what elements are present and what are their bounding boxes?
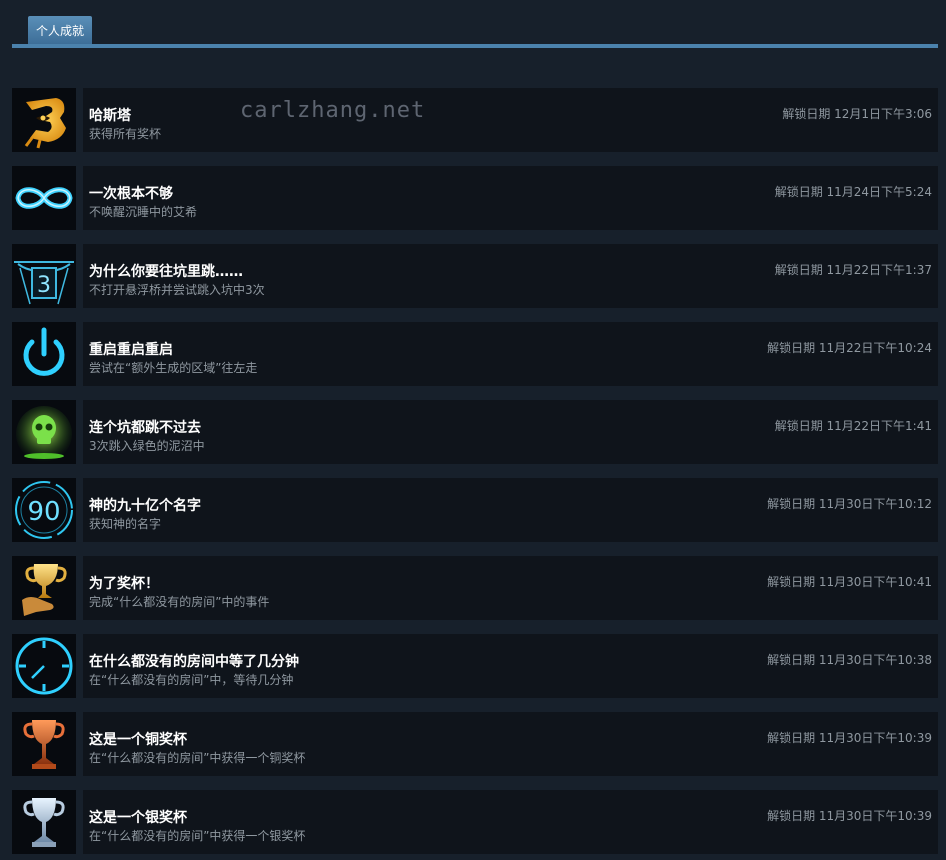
achievement-title: 为什么你要往坑里跳…… — [89, 264, 243, 280]
tab-personal-achievements[interactable]: 个人成就 — [28, 16, 93, 44]
tab-bar: 个人成就 — [12, 16, 938, 49]
achievement-row[interactable]: 在什么都没有的房间中等了几分钟 在“什么都没有的房间”中，等待几分钟 解锁日期 … — [12, 634, 938, 698]
achievement-title: 神的九十亿个名字 — [89, 498, 201, 514]
achievement-row[interactable]: 哈斯塔 获得所有奖杯 解锁日期 12月1日下午3:06 — [12, 88, 938, 152]
tab-underline — [12, 44, 938, 48]
achievement-title: 这是一个铜奖杯 — [89, 732, 187, 748]
achievement-body: 连个坑都跳不过去 3次跳入绿色的泥沼中 解锁日期 11月22日下午1:41 — [83, 400, 938, 464]
achievement-desc: 在“什么都没有的房间”中，等待几分钟 — [89, 673, 294, 687]
bronze-trophy-icon — [12, 712, 76, 776]
achievement-desc: 在“什么都没有的房间”中获得一个银奖杯 — [89, 829, 306, 843]
achievement-title: 连个坑都跳不过去 — [89, 420, 201, 436]
ninety-icon: 90 — [12, 478, 76, 542]
gold-trophy-hand-icon — [12, 556, 76, 620]
achievement-body: 这是一个银奖杯 在“什么都没有的房间”中获得一个银奖杯 解锁日期 11月30日下… — [83, 790, 938, 854]
achievement-unlock-date: 解锁日期 11月30日下午10:41 — [767, 575, 932, 589]
achievements-page: 个人成就 哈斯塔 获得所有奖杯 解锁日期 12月1日下午3:06 一次根本不够 … — [0, 0, 946, 860]
achievement-unlock-date: 解锁日期 11月30日下午10:12 — [767, 497, 932, 511]
achievement-unlock-date: 解锁日期 11月30日下午10:38 — [767, 653, 932, 667]
achievement-body: 重启重启重启 尝试在“额外生成的区域”往左走 解锁日期 11月22日下午10:2… — [83, 322, 938, 386]
svg-text:90: 90 — [27, 497, 60, 527]
achievement-body: 这是一个铜奖杯 在“什么都没有的房间”中获得一个铜奖杯 解锁日期 11月30日下… — [83, 712, 938, 776]
achievement-title: 重启重启重启 — [89, 342, 173, 358]
infinity-icon — [12, 166, 76, 230]
achievement-body: 为了奖杯！ 完成“什么都没有的房间”中的事件 解锁日期 11月30日下午10:4… — [83, 556, 938, 620]
green-skull-icon — [12, 400, 76, 464]
achievement-row[interactable]: 这是一个银奖杯 在“什么都没有的房间”中获得一个银奖杯 解锁日期 11月30日下… — [12, 790, 938, 854]
achievement-desc: 获得所有奖杯 — [89, 127, 162, 141]
achievement-unlock-date: 解锁日期 12月1日下午3:06 — [782, 107, 932, 121]
achievement-title: 为了奖杯！ — [89, 576, 159, 592]
achievement-desc: 完成“什么都没有的房间”中的事件 — [89, 595, 270, 609]
achievement-body: 哈斯塔 获得所有奖杯 解锁日期 12月1日下午3:06 — [83, 88, 938, 152]
achievement-desc: 不唤醒沉睡中的艾希 — [89, 205, 198, 219]
achievement-row[interactable]: 3 为什么你要往坑里跳…… 不打开悬浮桥并尝试跳入坑中3次 解锁日期 11月22… — [12, 244, 938, 308]
achievement-title: 一次根本不够 — [89, 186, 173, 202]
achievement-unlock-date: 解锁日期 11月22日下午1:37 — [774, 263, 932, 277]
achievement-row[interactable]: 重启重启重启 尝试在“额外生成的区域”往左走 解锁日期 11月22日下午10:2… — [12, 322, 938, 386]
power-icon — [12, 322, 76, 386]
achievement-desc: 不打开悬浮桥并尝试跳入坑中3次 — [89, 283, 265, 297]
achievement-unlock-date: 解锁日期 11月22日下午10:24 — [767, 341, 932, 355]
hastur-emblem-icon — [12, 88, 76, 152]
achievement-title: 在什么都没有的房间中等了几分钟 — [89, 654, 299, 670]
achievement-unlock-date: 解锁日期 11月22日下午1:41 — [774, 419, 932, 433]
achievement-body: 在什么都没有的房间中等了几分钟 在“什么都没有的房间”中，等待几分钟 解锁日期 … — [83, 634, 938, 698]
pit-three-icon: 3 — [12, 244, 76, 308]
achievement-desc: 尝试在“额外生成的区域”往左走 — [89, 361, 258, 375]
achievement-list: 哈斯塔 获得所有奖杯 解锁日期 12月1日下午3:06 一次根本不够 不唤醒沉睡… — [12, 88, 938, 860]
svg-text:3: 3 — [37, 273, 51, 298]
achievement-row[interactable]: 为了奖杯！ 完成“什么都没有的房间”中的事件 解锁日期 11月30日下午10:4… — [12, 556, 938, 620]
achievement-title: 这是一个银奖杯 — [89, 810, 187, 826]
watermark-text: carlzhang.net — [240, 98, 426, 123]
achievement-desc: 3次跳入绿色的泥沼中 — [89, 439, 205, 453]
achievement-body: 神的九十亿个名字 获知神的名字 解锁日期 11月30日下午10:12 — [83, 478, 938, 542]
achievement-unlock-date: 解锁日期 11月30日下午10:39 — [767, 731, 932, 745]
achievement-row[interactable]: 连个坑都跳不过去 3次跳入绿色的泥沼中 解锁日期 11月22日下午1:41 — [12, 400, 938, 464]
silver-trophy-icon — [12, 790, 76, 854]
achievement-row[interactable]: 这是一个铜奖杯 在“什么都没有的房间”中获得一个铜奖杯 解锁日期 11月30日下… — [12, 712, 938, 776]
achievement-body: 为什么你要往坑里跳…… 不打开悬浮桥并尝试跳入坑中3次 解锁日期 11月22日下… — [83, 244, 938, 308]
achievement-body: 一次根本不够 不唤醒沉睡中的艾希 解锁日期 11月24日下午5:24 — [83, 166, 938, 230]
achievement-desc: 在“什么都没有的房间”中获得一个铜奖杯 — [89, 751, 306, 765]
achievement-row[interactable]: 90 神的九十亿个名字 获知神的名字 解锁日期 11月30日下午10:12 — [12, 478, 938, 542]
achievement-row[interactable]: 一次根本不够 不唤醒沉睡中的艾希 解锁日期 11月24日下午5:24 — [12, 166, 938, 230]
achievement-unlock-date: 解锁日期 11月24日下午5:24 — [774, 185, 932, 199]
achievement-title: 哈斯塔 — [89, 108, 131, 124]
clock-icon — [12, 634, 76, 698]
achievement-unlock-date: 解锁日期 11月30日下午10:39 — [767, 809, 932, 823]
achievement-desc: 获知神的名字 — [89, 517, 162, 531]
